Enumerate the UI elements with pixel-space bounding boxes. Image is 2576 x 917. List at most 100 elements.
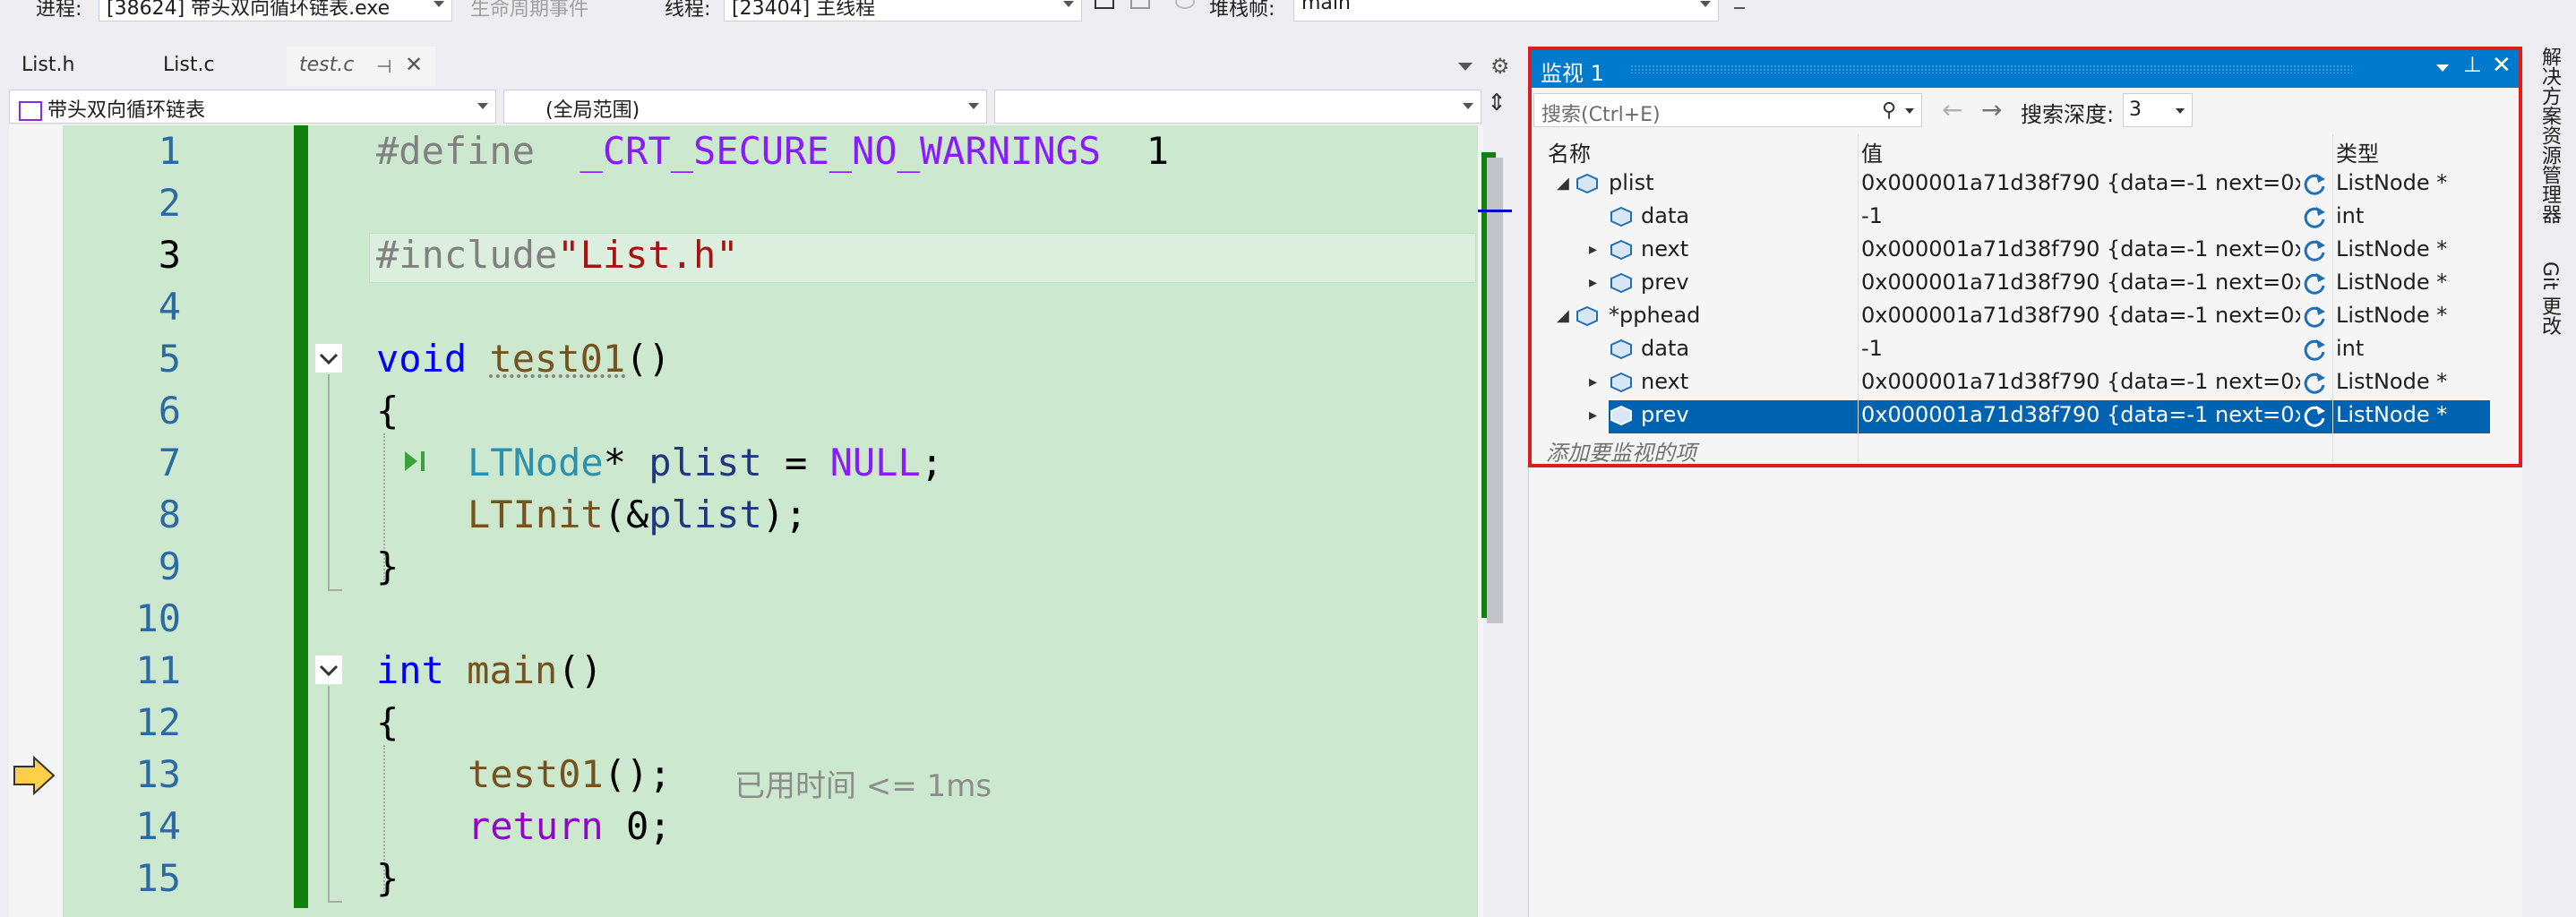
search-depth-value: 3 — [2129, 99, 2142, 121]
code-line[interactable]: LTInit(&plist); — [468, 493, 807, 536]
expand-triangle-icon[interactable]: ▸ — [1589, 273, 1597, 292]
refresh-icon[interactable] — [2302, 404, 2327, 429]
code-line[interactable]: { — [376, 389, 399, 433]
scope-combo[interactable]: (全局范围) — [503, 90, 987, 124]
line-number: 4 — [158, 285, 181, 329]
chevron-down-icon[interactable] — [1905, 108, 1914, 114]
line-number: 2 — [158, 181, 181, 225]
split-view-icon[interactable]: ⇕ — [1485, 90, 1508, 124]
filter-icon[interactable] — [1130, 0, 1150, 9]
collapse-icon[interactable] — [315, 656, 342, 684]
search-forward-icon[interactable]: → — [1981, 95, 2002, 124]
vertical-scrollbar[interactable] — [1487, 158, 1503, 623]
collapse-triangle-icon[interactable]: ◢ — [1557, 174, 1569, 193]
expand-triangle-icon[interactable]: ▸ — [1589, 240, 1597, 259]
refresh-icon[interactable] — [2302, 271, 2327, 296]
collapse-triangle-icon[interactable]: ◢ — [1557, 306, 1569, 325]
line-number: 5 — [158, 337, 181, 381]
refresh-icon[interactable] — [2302, 238, 2327, 263]
window-menu-icon[interactable] — [2436, 64, 2449, 72]
tab-label: List.h — [21, 54, 75, 76]
watch-row[interactable]: ▸ next 0x000001a71d38f790 {data=-1 next=… — [1532, 235, 2490, 268]
variable-icon — [1610, 339, 1632, 359]
thread-combo[interactable]: [23404] 主线程 — [724, 0, 1082, 21]
watch-row[interactable]: ◢ plist 0x000001a71d38f790 {data=-1 next… — [1532, 168, 2490, 201]
keyword: int — [376, 648, 444, 692]
watch-search-input[interactable]: 搜索(Ctrl+E) ⚲ — [1533, 93, 1922, 127]
code-line[interactable]: return 0; — [468, 804, 672, 848]
flag-icon[interactable] — [1095, 0, 1114, 9]
process-combo[interactable]: [38624] 带头双向循环链表.exe — [99, 0, 452, 21]
column-name-header[interactable]: 名称 — [1548, 136, 1591, 167]
pin-icon[interactable]: ⊥ — [2463, 52, 2482, 77]
expand-triangle-icon[interactable]: ▸ — [1589, 406, 1597, 424]
column-divider[interactable] — [1858, 134, 1859, 462]
collapse-icon[interactable] — [315, 344, 342, 373]
line-number: 15 — [135, 856, 181, 900]
toolbar-overflow-icon[interactable] — [1734, 7, 1745, 9]
watch-column-header: 名称 值 类型 — [1532, 134, 2490, 167]
tab-list-c[interactable]: List.c — [150, 47, 228, 86]
watch-row[interactable]: ▸ next 0x000001a71d38f790 {data=-1 next=… — [1532, 367, 2490, 400]
watch-row-type: ListNode * — [2336, 170, 2448, 195]
git-changes-tab[interactable]: Git 更改 — [2535, 261, 2563, 336]
code-line[interactable]: void test01() — [376, 337, 671, 381]
code-line[interactable]: #define _CRT_SECURE_NO_WARNINGS 1 — [376, 129, 1169, 173]
add-watch-item[interactable]: 添加要监视的项 — [1546, 435, 1696, 467]
refresh-icon[interactable] — [2302, 371, 2327, 396]
refresh-icon[interactable] — [2302, 304, 2327, 330]
column-type-header[interactable]: 类型 — [2336, 136, 2379, 167]
close-icon[interactable]: ✕ — [405, 52, 423, 77]
search-depth-combo[interactable]: 3 — [2123, 93, 2193, 127]
refresh-icon[interactable] — [2302, 338, 2327, 363]
watch-title-bar[interactable]: 监视 1 ⊥ ✕ — [1532, 50, 2519, 88]
code-text: * — [603, 441, 649, 484]
watch-row[interactable]: ▸ prev 0x000001a71d38f790 {data=-1 next=… — [1532, 268, 2490, 301]
column-divider[interactable] — [2332, 134, 2333, 462]
title-grip — [1630, 64, 2352, 73]
keyword: return — [468, 804, 604, 848]
code-line[interactable]: LTNode* plist = NULL; — [468, 441, 943, 484]
code-text: 0; — [603, 804, 672, 848]
preprocessor-directive: #include — [376, 233, 558, 277]
run-to-click-icon[interactable] — [405, 451, 417, 471]
project-combo[interactable]: 带头双向循环链表 — [9, 90, 496, 124]
thread-icon[interactable] — [1175, 0, 1195, 9]
lifecycle-events-button[interactable]: 生命周期事件 — [470, 0, 588, 21]
expand-triangle-icon[interactable]: ▸ — [1589, 373, 1597, 391]
code-line[interactable]: } — [376, 856, 399, 900]
code-line[interactable]: } — [376, 544, 399, 588]
column-value-header[interactable]: 值 — [1861, 136, 1883, 167]
search-icon[interactable]: ⚲ — [1882, 99, 1896, 122]
refresh-icon[interactable] — [2302, 172, 2327, 197]
scope-value: (全局范围) — [545, 99, 640, 122]
code-line[interactable]: test01(); — [468, 752, 672, 796]
watch-row[interactable]: data -1 int — [1532, 334, 2490, 367]
refresh-icon[interactable] — [2302, 205, 2327, 230]
variable-icon — [1610, 240, 1632, 260]
watch-row-type: int — [2336, 336, 2365, 361]
code-text: ; — [920, 441, 944, 484]
code-line[interactable]: { — [376, 700, 399, 744]
tab-list-h[interactable]: List.h — [9, 47, 87, 86]
debug-location-toolbar: 进程: [38624] 带头双向循环链表.exe 生命周期事件 线程: [234… — [0, 0, 2576, 27]
close-icon[interactable]: ✕ — [2492, 52, 2512, 79]
search-back-icon[interactable]: ← — [1942, 95, 1962, 124]
variable-icon — [1610, 273, 1632, 293]
watch-row-selected[interactable]: ▸ prev 0x000001a71d38f790 {data=-1 next=… — [1589, 400, 2490, 433]
variable-icon — [1610, 207, 1632, 227]
thread-label: 线程: — [665, 0, 711, 21]
watch-row[interactable]: data -1 int — [1532, 201, 2490, 235]
solution-explorer-tab[interactable]: 解决方案资源管理器 — [2535, 47, 2563, 224]
tab-list-dropdown-icon[interactable] — [1458, 63, 1473, 71]
gear-icon[interactable]: ⚙ — [1490, 54, 1510, 79]
watch-row[interactable]: ◢ *pphead 0x000001a71d38f790 {data=-1 ne… — [1532, 301, 2490, 334]
member-combo[interactable] — [994, 90, 1481, 124]
code-line[interactable]: #include"List.h" — [376, 233, 739, 277]
tab-test-c[interactable]: test.c ⊣ ✕ — [287, 47, 435, 86]
code-line[interactable]: int main() — [376, 648, 603, 692]
watch-row-name: prev — [1641, 402, 1689, 427]
function-name: test01 — [468, 752, 604, 796]
pin-icon[interactable]: ⊣ — [376, 56, 391, 77]
stackframe-combo[interactable]: main — [1293, 0, 1719, 21]
